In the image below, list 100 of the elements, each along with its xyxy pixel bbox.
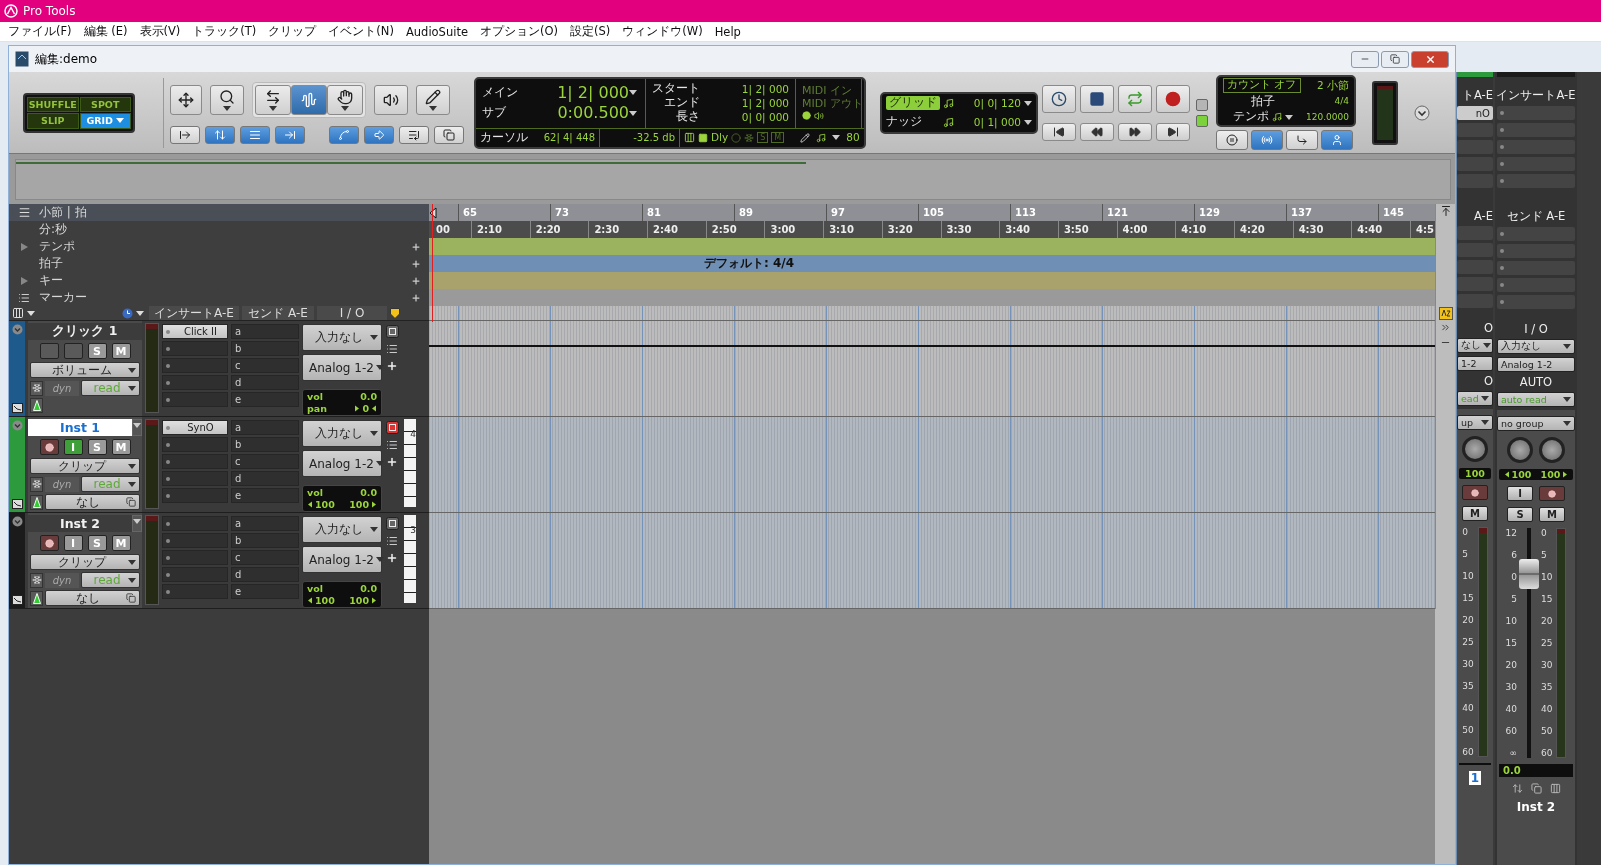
track-name[interactable]: クリック 1 <box>28 323 142 340</box>
menu-item[interactable]: ウィンドウ(W) <box>616 21 709 42</box>
midi-button[interactable] <box>1251 130 1283 150</box>
playlist-dropdown[interactable]: なし <box>45 590 140 606</box>
input-dropdown[interactable]: 入力なし <box>1497 339 1575 354</box>
output-dropdown[interactable]: Analog 1-2 <box>302 450 382 477</box>
view-dropdown[interactable]: ボリューム <box>30 362 140 378</box>
input-dropdown[interactable]: なし <box>1457 338 1493 353</box>
edit-mode-button[interactable]: SHUFFLE <box>27 96 79 112</box>
input-dropdown[interactable]: 入力なし <box>302 420 382 447</box>
midi-button[interactable] <box>1321 130 1353 150</box>
pan-knob[interactable] <box>1462 436 1488 462</box>
send-slot[interactable]: e <box>231 488 299 503</box>
midi-button[interactable] <box>1216 130 1248 150</box>
tool-button[interactable] <box>327 84 363 115</box>
send-slot[interactable]: d <box>231 567 299 582</box>
minimize-button[interactable] <box>1351 50 1379 68</box>
mute-button[interactable]: M <box>1539 507 1565 522</box>
mute-button[interactable]: M <box>1462 506 1488 521</box>
solo-button[interactable]: S <box>1507 507 1533 522</box>
insert-slot[interactable]: Click II <box>162 324 228 339</box>
menu-item[interactable]: イベント(N) <box>322 21 400 42</box>
playlist-dropdown[interactable]: なし <box>45 494 140 510</box>
transport-button[interactable] <box>1118 122 1152 141</box>
edit-mode-button[interactable]: SPOT <box>79 96 131 112</box>
name-dropdown-button[interactable] <box>132 419 142 436</box>
input-dropdown[interactable]: 入力なし <box>302 516 382 543</box>
midi-button[interactable] <box>1286 130 1318 150</box>
send-slot[interactable]: d <box>231 471 299 486</box>
tool-button[interactable] <box>210 84 244 115</box>
menu-item[interactable]: 表示(V) <box>133 21 187 42</box>
insert-slot[interactable]: SynO <box>162 420 228 435</box>
output-dropdown[interactable]: 1-2 <box>1457 356 1493 371</box>
expand-triangle-icon[interactable] <box>20 242 28 251</box>
pan-knob[interactable] <box>1539 437 1565 463</box>
tool-button[interactable] <box>416 84 450 115</box>
track-name[interactable]: Inst 2 <box>28 515 132 532</box>
collapse-icon[interactable] <box>11 516 23 527</box>
strip-name[interactable]: 1 <box>1468 771 1482 785</box>
view-dropdown[interactable]: クリップ <box>30 458 140 474</box>
menu-item[interactable]: クリップ <box>262 21 323 42</box>
fader-handle[interactable] <box>1519 559 1539 589</box>
menu-item[interactable]: トラック(T) <box>186 21 263 42</box>
automation-lane-icon[interactable] <box>11 595 23 605</box>
track-active-icon[interactable] <box>385 517 399 530</box>
send-slot[interactable]: e <box>231 392 299 407</box>
record-button[interactable] <box>1539 486 1565 501</box>
menu-item[interactable]: ファイル(F) <box>2 21 78 42</box>
input-dropdown[interactable]: 入力なし <box>302 324 382 351</box>
send-slot[interactable]: c <box>231 454 299 469</box>
send-slot[interactable]: b <box>231 437 299 452</box>
menu-item[interactable]: AudioSuite <box>399 21 474 42</box>
send-slot[interactable]: a <box>231 516 299 531</box>
record-button[interactable] <box>1462 485 1488 500</box>
track-name[interactable]: Inst 1 <box>28 419 132 436</box>
send-slot[interactable]: d <box>231 375 299 390</box>
edit-mode-button[interactable]: SLIP <box>27 113 79 129</box>
send-slot[interactable]: a <box>231 420 299 435</box>
send-slot[interactable]: b <box>231 533 299 548</box>
record-button[interactable] <box>39 535 59 551</box>
tool-button[interactable] <box>374 84 408 115</box>
collapse-icon[interactable] <box>11 420 23 431</box>
close-button[interactable] <box>1411 50 1449 68</box>
name-dropdown-button[interactable] <box>132 515 142 532</box>
menu-item[interactable]: オプション(O) <box>474 21 564 42</box>
tool-button[interactable] <box>255 84 291 115</box>
expand-triangle-icon[interactable] <box>20 276 28 285</box>
transport-button[interactable] <box>1042 122 1076 141</box>
automation-lane-icon[interactable] <box>11 499 23 509</box>
input-monitor-button[interactable]: I <box>1507 486 1533 501</box>
transport-button[interactable] <box>1156 122 1190 141</box>
group-dropdown[interactable]: up <box>1457 415 1493 430</box>
output-dropdown[interactable]: Analog 1-2 <box>1497 357 1575 372</box>
send-slot[interactable]: a <box>231 324 299 339</box>
output-dropdown[interactable]: Analog 1-2 <box>302 354 382 381</box>
maximize-button[interactable] <box>1381 50 1409 68</box>
transport-button[interactable] <box>1042 84 1076 113</box>
transport-button[interactable] <box>1080 122 1114 141</box>
menu-item[interactable]: Help <box>708 21 747 42</box>
record-button[interactable] <box>39 439 59 455</box>
send-slot[interactable]: c <box>231 550 299 565</box>
menu-item[interactable]: 設定(S) <box>564 21 617 42</box>
send-slot[interactable]: c <box>231 358 299 373</box>
collapse-icon[interactable] <box>11 324 23 335</box>
transport-button[interactable] <box>1080 84 1114 113</box>
automation-lane-icon[interactable] <box>11 403 23 413</box>
strip-name[interactable]: Inst 2 <box>1514 800 1558 814</box>
dropdown-circle-icon[interactable] <box>1414 104 1430 121</box>
send-slot[interactable]: e <box>231 584 299 599</box>
output-dropdown[interactable]: Analog 1-2 <box>302 546 382 573</box>
group-dropdown[interactable]: no group <box>1497 416 1575 431</box>
send-slot[interactable]: b <box>231 341 299 356</box>
transport-button[interactable] <box>1156 84 1190 113</box>
view-dropdown[interactable]: クリップ <box>30 554 140 570</box>
menu-item[interactable]: 編集 (E) <box>77 21 134 42</box>
track-active-icon[interactable] <box>385 421 399 434</box>
track-active-icon[interactable] <box>385 325 399 338</box>
pan-knob[interactable] <box>1507 437 1533 463</box>
insert-slot[interactable]: nO <box>1457 106 1493 120</box>
edit-option-button[interactable] <box>399 125 429 144</box>
